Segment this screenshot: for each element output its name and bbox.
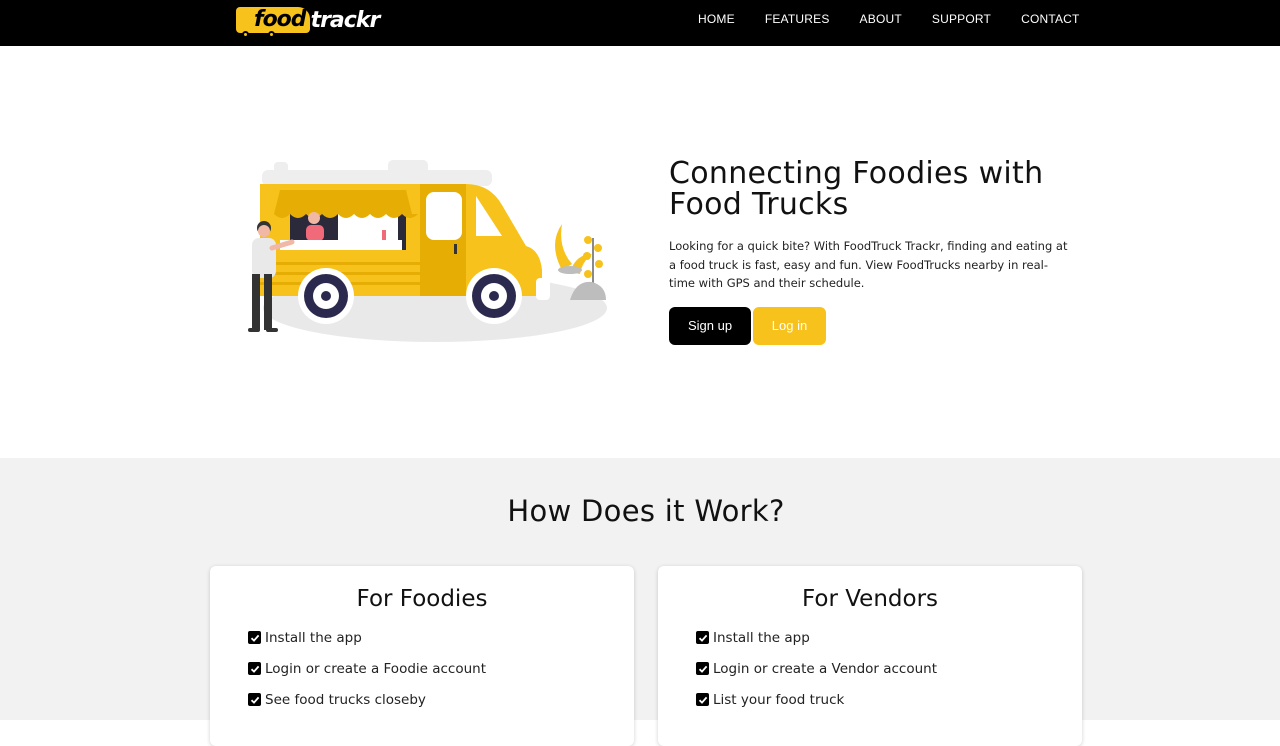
nav-link-about[interactable]: ABOUT — [860, 12, 902, 26]
logo-text-trackr: trackr — [310, 7, 381, 33]
foodies-card-title: For Foodies — [356, 586, 488, 612]
nav-link-home[interactable]: HOME — [698, 12, 735, 26]
main-nav: HOME FEATURES ABOUT SUPPORT CONTACT — [680, 0, 1095, 38]
list-item: Install the app — [248, 622, 634, 653]
foodies-steps-list: Install the app Login or create a Foodie… — [248, 622, 634, 715]
step-text: Login or create a Foodie account — [265, 660, 487, 677]
nav-link-contact[interactable]: CONTACT — [1021, 12, 1080, 26]
list-item: List your food truck — [696, 684, 1082, 715]
login-button[interactable]: Log in — [753, 306, 826, 345]
logo-link[interactable]: food trackr — [236, 2, 380, 38]
logo-truck-icon: food — [236, 7, 310, 38]
signup-button[interactable]: Sign up — [669, 306, 751, 345]
nav-link-support[interactable]: SUPPORT — [932, 12, 991, 26]
logo-wheel-icon — [242, 31, 249, 38]
vendors-steps-list: Install the app Login or create a Vendor… — [696, 622, 1082, 715]
step-text: Install the app — [265, 629, 362, 646]
checkbox-checked-icon — [248, 693, 261, 706]
checkbox-checked-icon — [248, 662, 261, 675]
how-it-works-section: How Does it Work? For Foodies Install th… — [0, 458, 1280, 746]
top-navbar: food trackr HOME FEATURES ABOUT SUPPORT … — [0, 0, 1280, 46]
vendors-card-title: For Vendors — [801, 586, 939, 612]
step-text: List your food truck — [713, 691, 845, 708]
hero-description: Looking for a quick bite? With FoodTruck… — [669, 239, 1068, 290]
list-item: Login or create a Foodie account — [248, 653, 634, 684]
list-item: Login or create a Vendor account — [696, 653, 1082, 684]
step-text: Install the app — [713, 629, 810, 646]
vendors-card: For Vendors Install the app Login or cre… — [658, 566, 1082, 746]
list-item: Install the app — [696, 622, 1082, 653]
checkbox-checked-icon — [696, 693, 709, 706]
food-truck-illustration — [240, 150, 620, 350]
list-item: See food trucks closeby — [248, 684, 634, 715]
hero-title: Connecting Foodies with Food Trucks — [669, 156, 1044, 222]
checkbox-checked-icon — [248, 631, 261, 644]
hero-buttons: Sign up Log in — [669, 306, 1089, 345]
checkbox-checked-icon — [696, 631, 709, 644]
hero-section: Connecting Foodies with Food Trucks Look… — [669, 158, 1089, 345]
logo-text-food: food — [254, 7, 307, 32]
step-text: See food trucks closeby — [265, 691, 426, 708]
foodies-card: For Foodies Install the app Login or cre… — [210, 566, 634, 746]
logo-wheel-icon — [268, 31, 275, 38]
nav-link-features[interactable]: FEATURES — [765, 12, 830, 26]
step-text: Login or create a Vendor account — [713, 660, 938, 677]
checkbox-checked-icon — [696, 662, 709, 675]
how-it-works-title: How Does it Work? — [507, 494, 785, 528]
